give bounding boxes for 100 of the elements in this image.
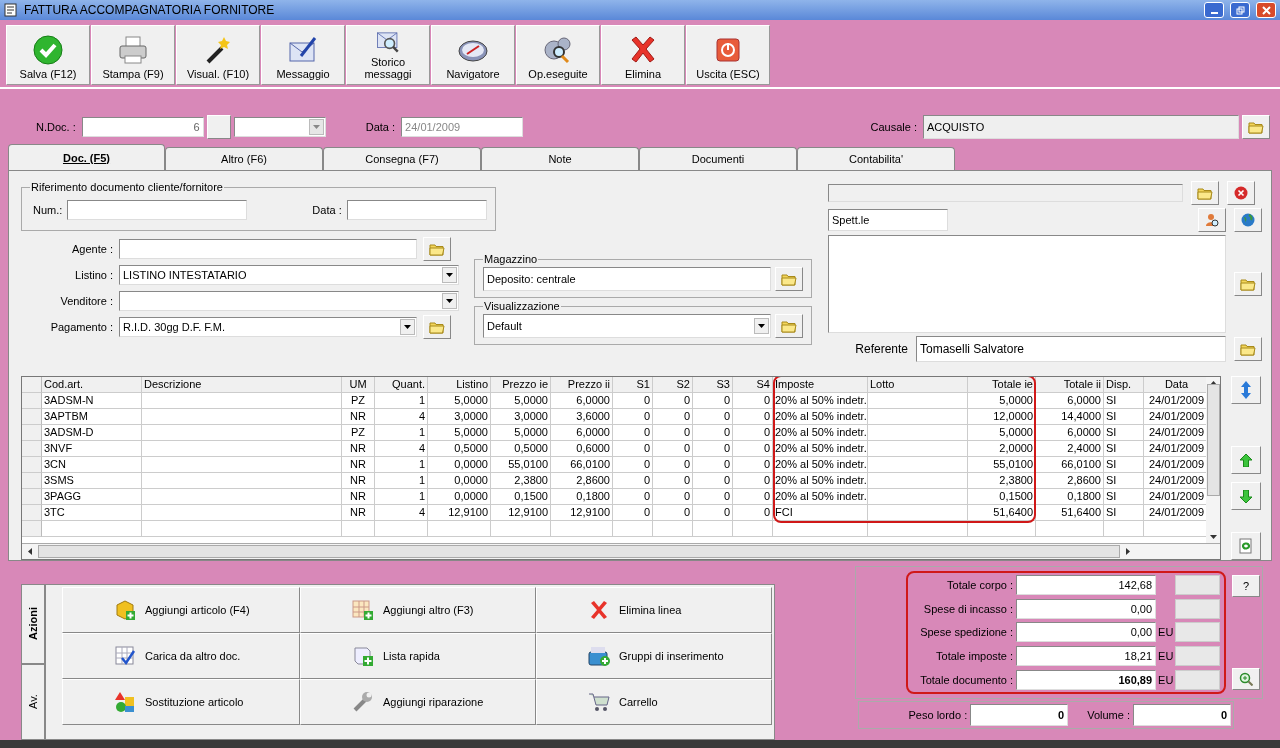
total-field[interactable]: 18,21 (1016, 646, 1157, 667)
action-button[interactable]: Aggiungi articolo (F4) (62, 587, 300, 633)
causale-field[interactable]: ACQUISTO (923, 115, 1239, 139)
tab[interactable]: Doc. (F5) (8, 144, 165, 170)
table-cell: 1 (375, 473, 428, 489)
column-header[interactable]: Prezzo ie (491, 377, 551, 393)
dropdown[interactable]: R.I.D. 30gg D.F. F.M. (119, 317, 417, 337)
tab[interactable]: Consegna (F7) (323, 147, 481, 170)
column-header[interactable]: Descrizione (142, 377, 342, 393)
column-header[interactable]: S2 (653, 377, 693, 393)
action-button[interactable]: Carrello (536, 679, 772, 725)
series-dropdown[interactable] (233, 117, 326, 137)
side-tab[interactable]: Av. (21, 664, 45, 740)
table-cell: NR (342, 505, 375, 521)
vertical-scrollbar[interactable] (1206, 377, 1220, 543)
table-cell (613, 521, 653, 537)
move-up-button[interactable] (1231, 446, 1261, 474)
toolbar-button[interactable]: Op.eseguite (516, 25, 600, 85)
folder-button[interactable] (423, 237, 451, 261)
contact-search-button[interactable] (1198, 208, 1226, 232)
text-field[interactable] (119, 239, 417, 259)
remove-button[interactable] (1227, 181, 1255, 205)
number-field[interactable] (67, 199, 248, 220)
cube-plus-icon (113, 598, 137, 622)
scroll-plus-icon (351, 644, 375, 668)
action-button[interactable]: Gruppi di inserimento (536, 633, 772, 679)
horizontal-scrollbar[interactable] (22, 543, 1220, 559)
dropdown[interactable] (119, 291, 459, 311)
column-header[interactable]: Quant. (375, 377, 428, 393)
tab[interactable]: Contabilita' (797, 147, 955, 170)
tab[interactable]: Documenti (639, 147, 797, 170)
toolbar-button[interactable]: Storico messaggi (346, 25, 430, 85)
view-dropdown[interactable]: Default (483, 314, 771, 338)
date-field[interactable] (346, 199, 487, 220)
table-cell: 55,0100 (491, 457, 551, 473)
table-cell: 0,0000 (428, 473, 491, 489)
help-button[interactable]: ? (1232, 575, 1260, 597)
toolbar-button[interactable]: Stampa (F9) (91, 25, 175, 85)
side-tab[interactable]: Azioni (21, 584, 45, 664)
close-button[interactable] (1256, 2, 1276, 18)
total-field[interactable]: 0,00 (1016, 598, 1157, 619)
column-header[interactable]: Totale ie (968, 377, 1036, 393)
folder-button[interactable] (1242, 115, 1270, 139)
refresh-button[interactable] (1231, 532, 1261, 560)
action-button[interactable]: Elimina linea (536, 587, 772, 633)
column-header[interactable]: S3 (693, 377, 733, 393)
folder-button[interactable] (775, 267, 803, 291)
toolbar-button[interactable]: Navigatore (431, 25, 515, 85)
action-button[interactable]: Aggiungi riparazione (300, 679, 536, 725)
customer-field[interactable] (828, 184, 1183, 202)
volume-field[interactable]: 0 (1133, 704, 1231, 726)
scroll-thumb[interactable] (38, 545, 1120, 558)
column-header[interactable]: Lotto (868, 377, 968, 393)
minimize-button[interactable] (1204, 2, 1224, 18)
tab[interactable]: Altro (F6) (165, 147, 323, 170)
tab[interactable]: Note (481, 147, 639, 170)
document-number-field[interactable]: 6 (81, 117, 204, 137)
row-header (22, 505, 42, 521)
column-header[interactable]: Prezzo ii (551, 377, 613, 393)
toolbar-button[interactable]: Salva (F12) (6, 25, 90, 85)
action-button[interactable]: Sostituzione articolo (62, 679, 300, 725)
web-button[interactable] (1234, 208, 1262, 232)
column-header[interactable]: UM (342, 377, 375, 393)
total-field[interactable]: 142,68 (1016, 574, 1157, 595)
column-header[interactable]: Totale ii (1036, 377, 1104, 393)
folder-button[interactable] (423, 315, 451, 339)
table-cell: 5,0000 (968, 393, 1036, 409)
contact-field[interactable]: Tomaselli Salvatore (916, 336, 1226, 362)
dropdown[interactable]: LISTINO INTESTATARIO (119, 265, 459, 285)
zoom-button[interactable] (1232, 668, 1260, 690)
title-field[interactable]: Spett.le (828, 209, 948, 231)
address-field[interactable] (828, 235, 1226, 333)
weight-field[interactable]: 0 (970, 704, 1069, 726)
column-header[interactable]: Imposte (773, 377, 868, 393)
document-button[interactable] (206, 115, 231, 139)
toolbar-button[interactable]: Elimina (601, 25, 685, 85)
column-header[interactable]: Cod.art. (42, 377, 142, 393)
move-down-button[interactable] (1231, 482, 1261, 510)
total-field[interactable]: 160,89 (1016, 670, 1157, 691)
restore-button[interactable] (1230, 2, 1250, 18)
total-field[interactable]: 0,00 (1016, 622, 1157, 643)
scroll-thumb[interactable] (1206, 384, 1220, 496)
folder-button[interactable] (1234, 337, 1262, 361)
action-button[interactable]: Lista rapida (300, 633, 536, 679)
column-header[interactable]: Data (1144, 377, 1206, 393)
column-header[interactable]: S1 (613, 377, 653, 393)
sort-button[interactable] (1231, 376, 1261, 404)
warehouse-field[interactable]: Deposito: centrale (483, 267, 771, 291)
folder-button[interactable] (1191, 181, 1219, 205)
column-header[interactable]: S4 (733, 377, 773, 393)
folder-button[interactable] (1234, 272, 1262, 296)
action-button[interactable]: Aggiungi altro (F3) (300, 587, 536, 633)
folder-button[interactable] (775, 314, 803, 338)
column-header[interactable]: Disp. (1104, 377, 1144, 393)
field-label: Data : (364, 121, 397, 133)
toolbar-button[interactable]: Messaggio (261, 25, 345, 85)
column-header[interactable]: Listino (428, 377, 491, 393)
toolbar-button[interactable]: Uscita (ESC) (686, 25, 770, 85)
action-button[interactable]: Carica da altro doc. (62, 633, 300, 679)
toolbar-button[interactable]: Visual. (F10) (176, 25, 260, 85)
